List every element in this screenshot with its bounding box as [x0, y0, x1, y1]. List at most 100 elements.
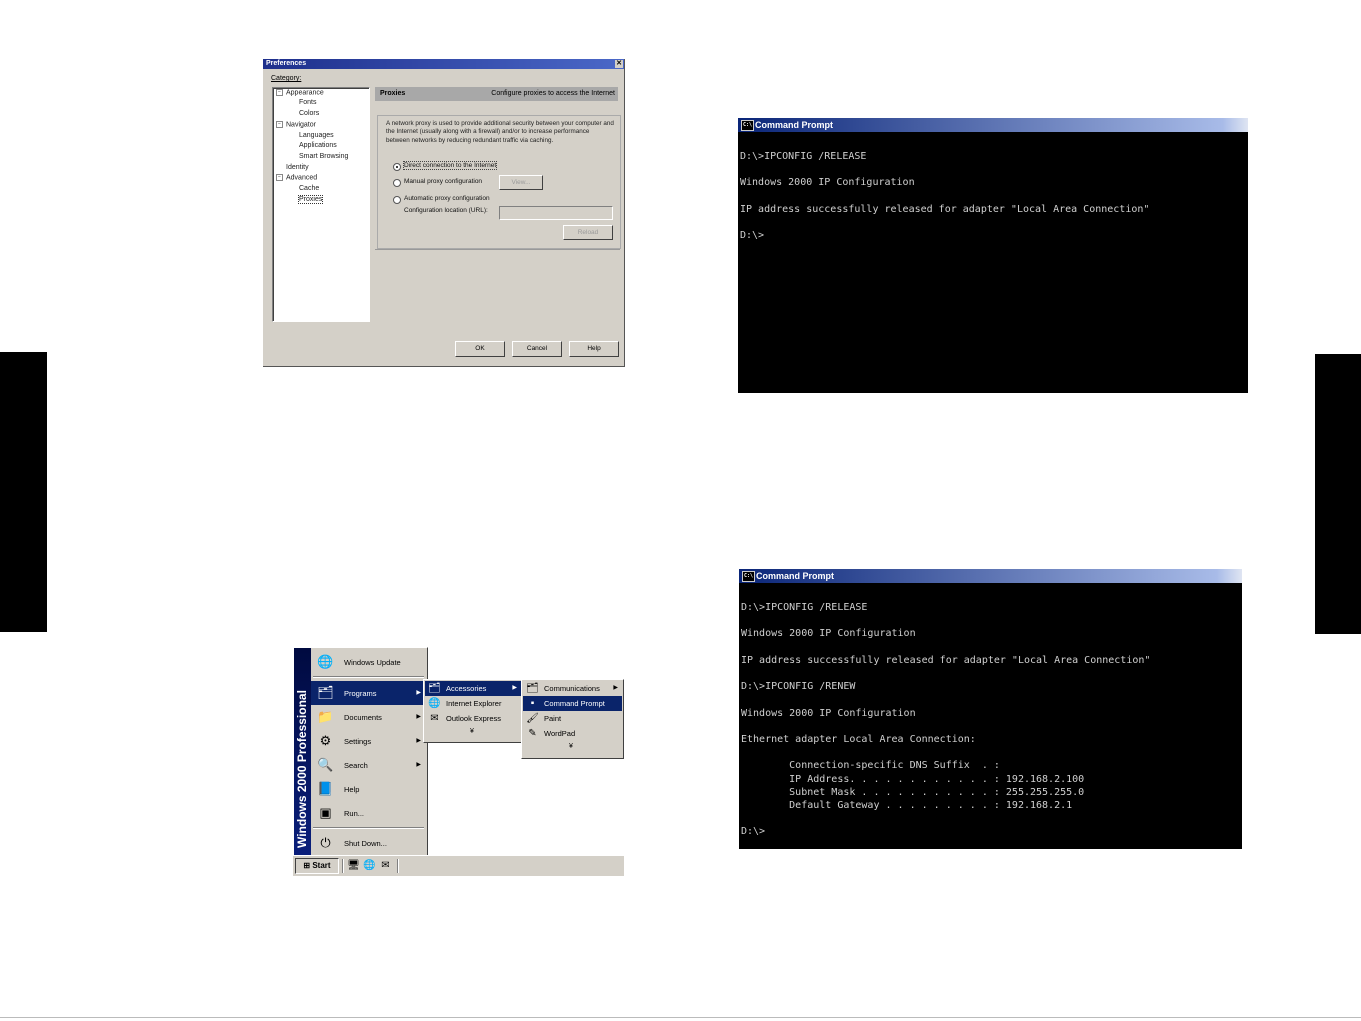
start-menu-screenshot: Windows 2000 Professional 🌐 Windows Upda… — [293, 647, 624, 876]
menu-separator — [313, 676, 424, 678]
start-item-shut-down[interactable]: ⏻ Shut Down... — [311, 831, 426, 855]
collapse-icon[interactable]: − — [276, 121, 283, 128]
programs-folder-icon: 🗂 — [317, 685, 334, 700]
cmd-titlebar: C:\ Command Prompt — [739, 569, 1242, 583]
globe-icon: 🌐 — [317, 654, 334, 669]
submenu-arrow-icon: ▶ — [416, 690, 421, 696]
accessories-submenu: 🗂 Communications ▶ ▪ Command Prompt 🖌 Pa… — [521, 679, 624, 759]
panel-title: Proxies — [380, 90, 406, 97]
manual-proxy-label[interactable]: Manual proxy configuration — [404, 178, 482, 185]
proxy-description: A network proxy is used to provide addit… — [386, 120, 614, 144]
documents-folder-icon: 📁 — [317, 709, 334, 724]
reload-button[interactable]: Reload — [563, 225, 613, 240]
cmd-titlebar: C:\ Command Prompt — [738, 118, 1248, 132]
tree-item-advanced[interactable]: − Advanced — [276, 174, 317, 181]
collapse-icon[interactable]: − — [276, 174, 283, 181]
preferences-titlebar: Preferences ✕ — [263, 59, 624, 69]
programs-item-accessories[interactable]: 🗂 Accessories ▶ — [425, 681, 521, 696]
start-item-search[interactable]: 🔍 Search ▶ — [311, 753, 426, 777]
tree-item-languages[interactable]: Languages — [299, 132, 334, 139]
cmd-title: Command Prompt — [756, 571, 835, 581]
start-item-settings[interactable]: ⚙ Settings ▶ — [311, 729, 426, 753]
tree-item-colors[interactable]: Colors — [299, 110, 319, 117]
settings-icon: ⚙ — [319, 733, 332, 748]
accessories-item-communications[interactable]: 🗂 Communications ▶ — [523, 681, 622, 696]
tree-item-applications[interactable]: Applications — [299, 142, 337, 149]
wordpad-icon: ✎ — [528, 728, 537, 739]
tree-item-cache[interactable]: Cache — [299, 185, 319, 192]
help-button[interactable]: Help — [569, 341, 619, 357]
ok-button[interactable]: OK — [455, 341, 505, 357]
accessories-folder-icon: 🗂 — [428, 683, 441, 694]
direct-connection-label[interactable]: Direct connection to the Internet — [402, 161, 498, 170]
accessories-item-command-prompt[interactable]: ▪ Command Prompt — [523, 696, 622, 711]
tree-item-smart-browsing[interactable]: Smart Browsing — [299, 153, 348, 160]
menu-separator — [313, 827, 424, 829]
accessories-item-paint[interactable]: 🖌 Paint — [523, 711, 622, 726]
submenu-arrow-icon: ▶ — [416, 762, 421, 768]
close-icon[interactable]: ✕ — [615, 60, 623, 68]
submenu-arrow-icon: ▶ — [416, 738, 421, 744]
internet-explorer-icon: 🌐 — [428, 698, 441, 709]
shut-down-icon: ⏻ — [320, 835, 331, 850]
start-item-help[interactable]: 📘 Help — [311, 777, 426, 801]
command-prompt-icon: ▪ — [530, 698, 535, 709]
bottom-rule — [0, 1017, 1361, 1018]
paint-brush-icon: 🖌 — [526, 713, 539, 724]
start-item-programs[interactable]: 🗂 Programs ▶ — [311, 681, 426, 705]
tree-item-appearance[interactable]: − Appearance — [276, 89, 324, 96]
show-desktop-icon[interactable]: 🖥 — [347, 859, 360, 872]
cmd-title: Command Prompt — [755, 120, 834, 130]
banner-text: Windows 2000 Professional — [295, 690, 309, 848]
programs-submenu: 🗂 Accessories ▶ 🌐 Internet Explorer ✉ Ou… — [423, 679, 523, 743]
view-button[interactable]: View... — [499, 175, 543, 190]
cancel-button[interactable]: Cancel — [512, 341, 562, 357]
config-location-input[interactable] — [499, 206, 613, 220]
submenu-arrow-icon: ▶ — [416, 714, 421, 720]
taskbar-separator — [397, 859, 399, 873]
accessories-item-wordpad[interactable]: ✎ WordPad — [523, 726, 622, 741]
start-menu: Windows 2000 Professional 🌐 Windows Upda… — [293, 647, 428, 859]
cmd-window-icon[interactable]: C:\ — [742, 571, 755, 582]
outlook-express-icon: ✉ — [430, 713, 439, 724]
panel-description: Configure proxies to access the Internet — [491, 90, 615, 97]
cmd-output[interactable]: D:\>IPCONFIG /RELEASE Windows 2000 IP Co… — [738, 132, 1248, 242]
taskbar-separator — [342, 859, 344, 873]
more-items-chevron[interactable]: ¥ — [470, 728, 474, 735]
start-item-windows-update[interactable]: 🌐 Windows Update — [311, 650, 426, 674]
category-label: Category: — [271, 75, 302, 82]
taskbar: ⊞ Start 🖥 🌐 ✉ — [293, 855, 624, 876]
manual-proxy-radio[interactable] — [393, 179, 401, 187]
tree-item-identity[interactable]: Identity — [286, 164, 309, 171]
help-book-icon: 📘 — [317, 781, 334, 796]
start-item-run[interactable]: ▣ Run... — [311, 801, 426, 825]
command-prompt-window-2: C:\ Command Prompt D:\>IPCONFIG /RELEASE… — [739, 569, 1242, 849]
cmd-window-icon[interactable]: C:\ — [741, 120, 754, 131]
collapse-icon[interactable]: − — [276, 89, 283, 96]
communications-folder-icon: 🗂 — [526, 683, 539, 694]
category-tree[interactable]: − Appearance Fonts Colors − Navigator Lang… — [272, 87, 370, 322]
search-icon: 🔍 — [317, 757, 334, 772]
outlook-express-icon[interactable]: ✉ — [379, 859, 392, 872]
panel-separator — [375, 249, 620, 250]
automatic-proxy-label[interactable]: Automatic proxy configuration — [404, 195, 490, 202]
run-icon: ▣ — [319, 805, 332, 820]
cmd-output[interactable]: D:\>IPCONFIG /RELEASE Windows 2000 IP Co… — [739, 583, 1242, 839]
start-button[interactable]: ⊞ Start — [295, 858, 339, 874]
tree-item-proxies[interactable]: Proxies — [297, 195, 324, 204]
right-edge-tab — [1315, 354, 1361, 634]
tree-item-navigator[interactable]: − Navigator — [276, 121, 316, 128]
programs-item-outlook-express[interactable]: ✉ Outlook Express — [425, 711, 521, 726]
direct-connection-radio[interactable] — [393, 163, 401, 171]
submenu-arrow-icon: ▶ — [512, 685, 517, 691]
windows-logo-icon: ⊞ — [303, 861, 311, 870]
tree-item-fonts[interactable]: Fonts — [299, 99, 317, 106]
more-items-chevron[interactable]: ¥ — [569, 743, 573, 750]
programs-item-internet-explorer[interactable]: 🌐 Internet Explorer — [425, 696, 521, 711]
start-item-documents[interactable]: 📁 Documents ▶ — [311, 705, 426, 729]
config-location-label: Configuration location (URL): — [404, 207, 488, 214]
internet-explorer-icon[interactable]: 🌐 — [363, 859, 376, 872]
automatic-proxy-radio[interactable] — [393, 196, 401, 204]
preferences-dialog: Preferences ✕ Category: − Appearance Font… — [263, 59, 625, 367]
start-menu-banner: Windows 2000 Professional — [294, 648, 311, 858]
